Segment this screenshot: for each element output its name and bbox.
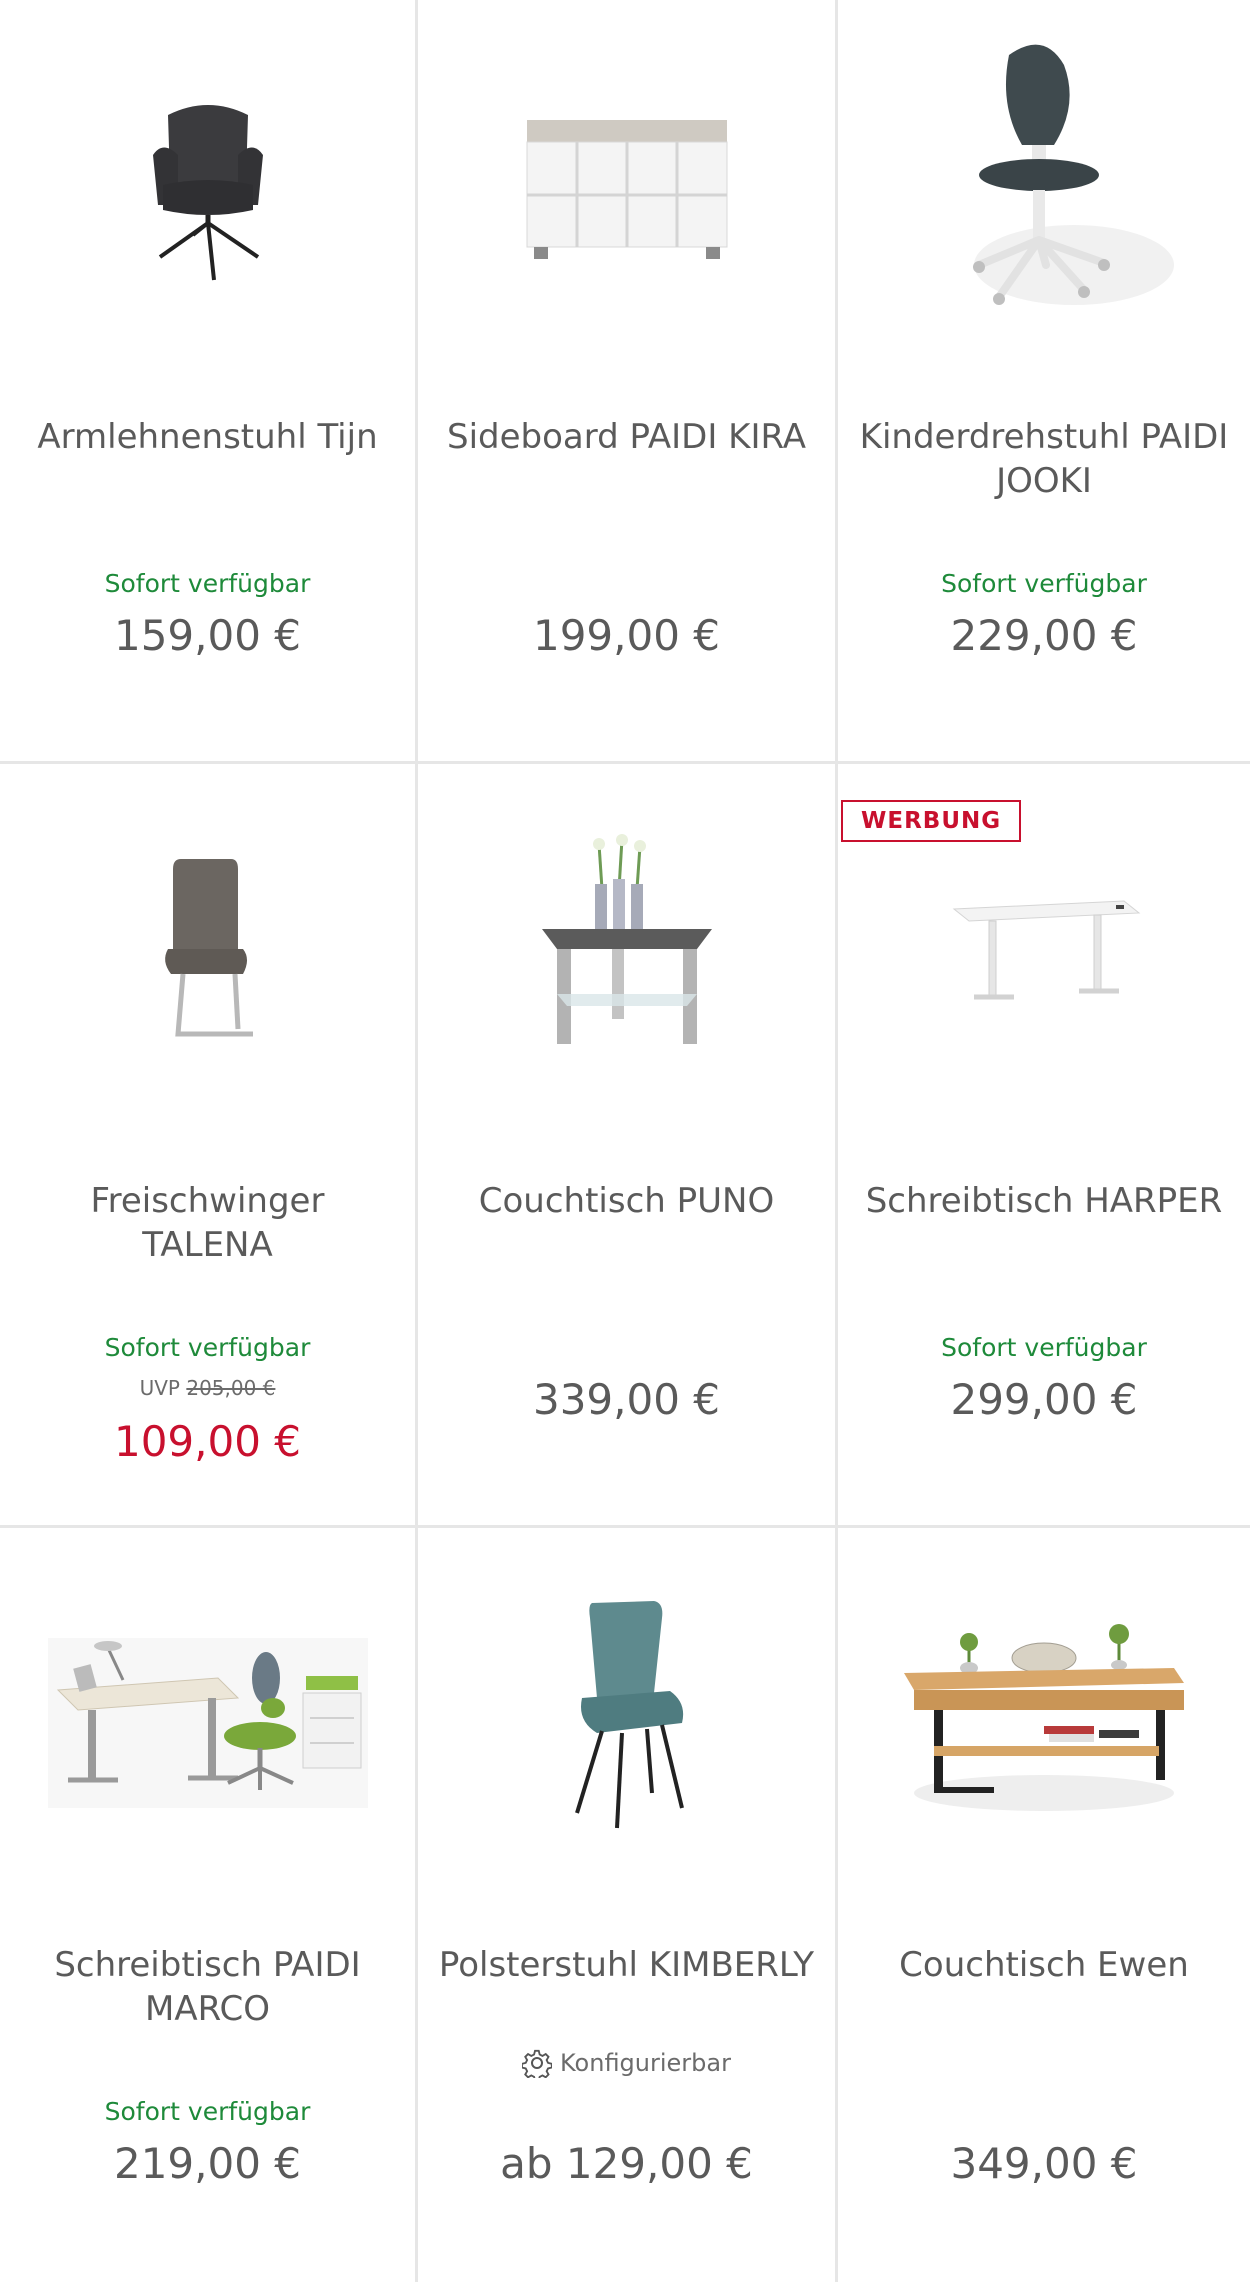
product-card[interactable]: Schreibtisch PAIDI MARCO Sofort verfügba… <box>0 1528 418 2282</box>
availability-status: Sofort verfügbar <box>104 2097 311 2126</box>
availability-status: Sofort verfügbar <box>941 1333 1147 1362</box>
standing-desk-image[interactable] <box>838 784 1250 1114</box>
uvp-label: UVP <box>139 1376 180 1400</box>
product-title[interactable]: Schreibtisch PAIDI MARCO <box>20 1943 395 2031</box>
product-title[interactable]: Kinderdrehstuhl PAIDI JOOKI <box>858 415 1230 503</box>
product-price: 159,00 € <box>113 611 302 660</box>
product-card[interactable]: Polsterstuhl KIMBERLY Konfigurierbar ab … <box>418 1528 838 2282</box>
product-title[interactable]: Armlehnenstuhl Tijn <box>20 415 395 459</box>
availability-status: Sofort verfügbar <box>104 569 311 598</box>
sideboard-image[interactable] <box>418 20 835 350</box>
product-card[interactable]: Couchtisch Ewen 349,00 € <box>838 1528 1250 2282</box>
product-title[interactable]: Schreibtisch HARPER <box>858 1179 1230 1223</box>
product-grid: Armlehnenstuhl Tijn Sofort verfügbar 159… <box>0 0 1250 2282</box>
product-title[interactable]: Sideboard PAIDI KIRA <box>438 415 815 459</box>
sale-price: 109,00 € <box>113 1417 302 1466</box>
configurable-label: Konfigurierbar <box>560 2049 731 2077</box>
product-price: ab 129,00 € <box>500 2139 753 2188</box>
product-card[interactable]: Couchtisch PUNO 339,00 € <box>418 764 838 1528</box>
glass-coffee-table-image[interactable] <box>418 784 835 1114</box>
availability-status: Sofort verfügbar <box>104 1333 311 1362</box>
product-card[interactable]: WERBUNG Schreibtisch HARPER Sofort verfü… <box>838 764 1250 1528</box>
product-price: 199,00 € <box>532 611 721 660</box>
product-price: 229,00 € <box>950 611 1138 660</box>
gear-icon <box>522 2049 552 2078</box>
product-card[interactable]: Kinderdrehstuhl PAIDI JOOKI Sofort verfü… <box>838 0 1250 764</box>
product-price: 219,00 € <box>113 2139 302 2188</box>
kids-desk-set-image[interactable] <box>0 1548 415 1878</box>
product-title[interactable]: Couchtisch Ewen <box>858 1943 1230 1987</box>
upholstered-chair-image[interactable] <box>418 1548 835 1878</box>
product-card[interactable]: Sideboard PAIDI KIRA 199,00 € <box>418 0 838 764</box>
product-title[interactable]: Polsterstuhl KIMBERLY <box>438 1943 815 1987</box>
uvp-old-price: 205,00 € <box>186 1376 276 1400</box>
product-title[interactable]: Freischwinger TALENA <box>20 1179 395 1267</box>
product-title[interactable]: Couchtisch PUNO <box>438 1179 815 1223</box>
product-card[interactable]: Freischwinger TALENA Sofort verfügbar UV… <box>0 764 418 1528</box>
product-price: 349,00 € <box>950 2139 1138 2188</box>
kids-office-chair-image[interactable] <box>838 20 1250 350</box>
product-price: 339,00 € <box>532 1375 721 1424</box>
product-price: 299,00 € <box>950 1375 1138 1424</box>
armchair-swivel-image[interactable] <box>0 20 415 350</box>
availability-status: Sofort verfügbar <box>941 569 1147 598</box>
product-card[interactable]: Armlehnenstuhl Tijn Sofort verfügbar 159… <box>0 0 418 764</box>
wood-coffee-table-image[interactable] <box>838 1548 1250 1878</box>
configurable-link[interactable]: Konfigurierbar <box>418 2048 835 2078</box>
uvp-price: UVP 205,00 € <box>0 1376 415 1400</box>
cantilever-chair-image[interactable] <box>0 784 415 1114</box>
